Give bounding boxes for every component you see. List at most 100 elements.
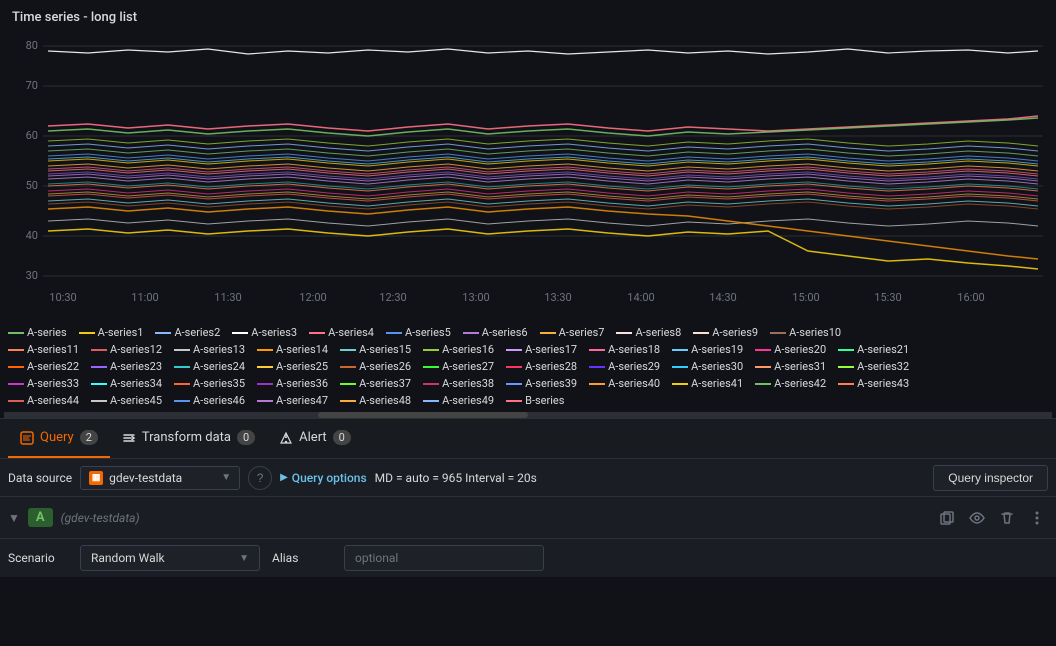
data-source-label: Data source: [8, 471, 72, 485]
bottom-toolbar: Data source ▦ gdev-testdata ▼ ? ▶ Query …: [0, 458, 1056, 496]
legend-item[interactable]: A-series35: [174, 377, 245, 390]
legend-item[interactable]: A-series16: [423, 343, 494, 356]
legend-item[interactable]: A-series32: [838, 360, 909, 373]
legend-item[interactable]: A-series20: [755, 343, 826, 356]
legend-item[interactable]: A-series43: [838, 377, 909, 390]
svg-text:60: 60: [26, 129, 38, 142]
legend-item[interactable]: A-series28: [506, 360, 577, 373]
tab-alert-label: Alert: [299, 430, 327, 445]
datasource-dropdown-arrow: ▼: [221, 472, 231, 483]
chart-scrollbar[interactable]: [4, 412, 1052, 418]
legend-item[interactable]: A-series22: [8, 360, 79, 373]
legend-item[interactable]: A-series7: [540, 326, 605, 339]
legend-item[interactable]: A-series13: [174, 343, 245, 356]
query-letter: A: [28, 508, 53, 527]
svg-text:14:30: 14:30: [709, 291, 736, 304]
remove-query-button[interactable]: [996, 507, 1018, 529]
legend-item[interactable]: A-series15: [340, 343, 411, 356]
legend-item[interactable]: A-series6: [463, 326, 528, 339]
svg-text:11:00: 11:00: [131, 291, 158, 304]
help-button[interactable]: ?: [248, 466, 272, 490]
alias-input[interactable]: optional: [344, 545, 544, 571]
legend-item[interactable]: A-series30: [672, 360, 743, 373]
legend-item[interactable]: A-series46: [174, 394, 245, 407]
svg-text:13:30: 13:30: [544, 291, 571, 304]
legend-item[interactable]: A-series47: [257, 394, 328, 407]
svg-text:12:30: 12:30: [379, 291, 406, 304]
scenario-label: Scenario: [8, 551, 68, 565]
duplicate-query-button[interactable]: [936, 507, 958, 529]
scenario-select[interactable]: Random Walk ▼: [80, 545, 260, 571]
legend-item[interactable]: A-series31: [755, 360, 826, 373]
legend-item[interactable]: A-series2: [155, 326, 220, 339]
toggle-visibility-button[interactable]: [966, 507, 988, 529]
more-options-button[interactable]: [1026, 507, 1048, 529]
legend-item[interactable]: A-series5: [386, 326, 451, 339]
tab-query-label: Query: [40, 430, 74, 445]
legend-item[interactable]: A-series14: [257, 343, 328, 356]
legend-item[interactable]: A-series25: [257, 360, 328, 373]
legend-item[interactable]: A-series8: [616, 326, 681, 339]
scrollbar-thumb[interactable]: [318, 412, 528, 418]
legend-item[interactable]: A-series48: [340, 394, 411, 407]
legend-item[interactable]: A-series18: [589, 343, 660, 356]
legend-item[interactable]: A-series49: [423, 394, 494, 407]
legend-item[interactable]: B-series: [506, 394, 564, 407]
tab-transform-label: Transform data: [142, 430, 231, 445]
legend-item[interactable]: A-series33: [8, 377, 79, 390]
tab-transform[interactable]: Transform data 0: [110, 419, 267, 458]
tab-alert-badge: 0: [333, 430, 351, 445]
alias-placeholder: optional: [355, 551, 398, 565]
legend-item[interactable]: A-series3: [232, 326, 297, 339]
alert-icon: [279, 431, 293, 445]
legend-item[interactable]: A-series34: [91, 377, 162, 390]
query-options-button[interactable]: ▶ Query options: [280, 471, 367, 485]
data-source-select[interactable]: ▦ gdev-testdata ▼: [80, 466, 240, 490]
scenario-row: Scenario Random Walk ▼ Alias optional: [0, 538, 1056, 577]
legend-item[interactable]: A-series39: [506, 377, 577, 390]
legend-item[interactable]: A-series24: [174, 360, 245, 373]
svg-text:50: 50: [26, 179, 38, 192]
legend-item[interactable]: A-series9: [693, 326, 758, 339]
legend-item[interactable]: A-series: [8, 326, 67, 339]
legend-item[interactable]: A-series42: [755, 377, 826, 390]
svg-text:30: 30: [26, 269, 38, 282]
svg-text:14:00: 14:00: [627, 291, 654, 304]
legend-item[interactable]: A-series27: [423, 360, 494, 373]
legend-item[interactable]: A-series4: [309, 326, 374, 339]
tabs-row: Query 2 Transform data 0 Alert 0: [0, 418, 1056, 458]
query-inspector-button[interactable]: Query inspector: [933, 465, 1048, 491]
chart-area: 80 70 60 50 40 30 10:30 11:00 11:30 12:0…: [8, 31, 1048, 321]
svg-text:15:30: 15:30: [874, 291, 901, 304]
chart-title: Time series - long list: [8, 10, 1048, 25]
legend-item[interactable]: A-series38: [423, 377, 494, 390]
legend-item[interactable]: A-series44: [8, 394, 79, 407]
legend-item[interactable]: A-series29: [589, 360, 660, 373]
legend-item[interactable]: A-series40: [589, 377, 660, 390]
legend-item[interactable]: A-series26: [340, 360, 411, 373]
tab-query[interactable]: Query 2: [8, 419, 110, 458]
legend-item[interactable]: A-series11: [8, 343, 79, 356]
legend-item[interactable]: A-series21: [838, 343, 909, 356]
legend-item[interactable]: A-series36: [257, 377, 328, 390]
legend: A-series A-series1 A-series2 A-series3 A-ser…: [0, 321, 1056, 412]
legend-item[interactable]: A-series23: [91, 360, 162, 373]
collapse-arrow[interactable]: ▼: [8, 511, 20, 525]
datasource-icon: ▦: [89, 471, 103, 485]
query-options-label: Query options: [292, 471, 367, 485]
legend-item[interactable]: A-series41: [672, 377, 743, 390]
svg-text:40: 40: [26, 229, 38, 242]
legend-item[interactable]: A-series1: [79, 326, 144, 339]
svg-text:12:00: 12:00: [299, 291, 326, 304]
legend-item[interactable]: A-series37: [340, 377, 411, 390]
svg-text:15:00: 15:00: [792, 291, 819, 304]
legend-item[interactable]: A-series12: [91, 343, 162, 356]
svg-text:11:30: 11:30: [214, 291, 241, 304]
legend-item[interactable]: A-series10: [770, 326, 841, 339]
legend-item[interactable]: A-series17: [506, 343, 577, 356]
legend-item[interactable]: A-series45: [91, 394, 162, 407]
tab-alert[interactable]: Alert 0: [267, 419, 363, 458]
query-options-arrow: ▶: [280, 472, 288, 483]
svg-text:70: 70: [26, 79, 38, 92]
legend-item[interactable]: A-series19: [672, 343, 743, 356]
